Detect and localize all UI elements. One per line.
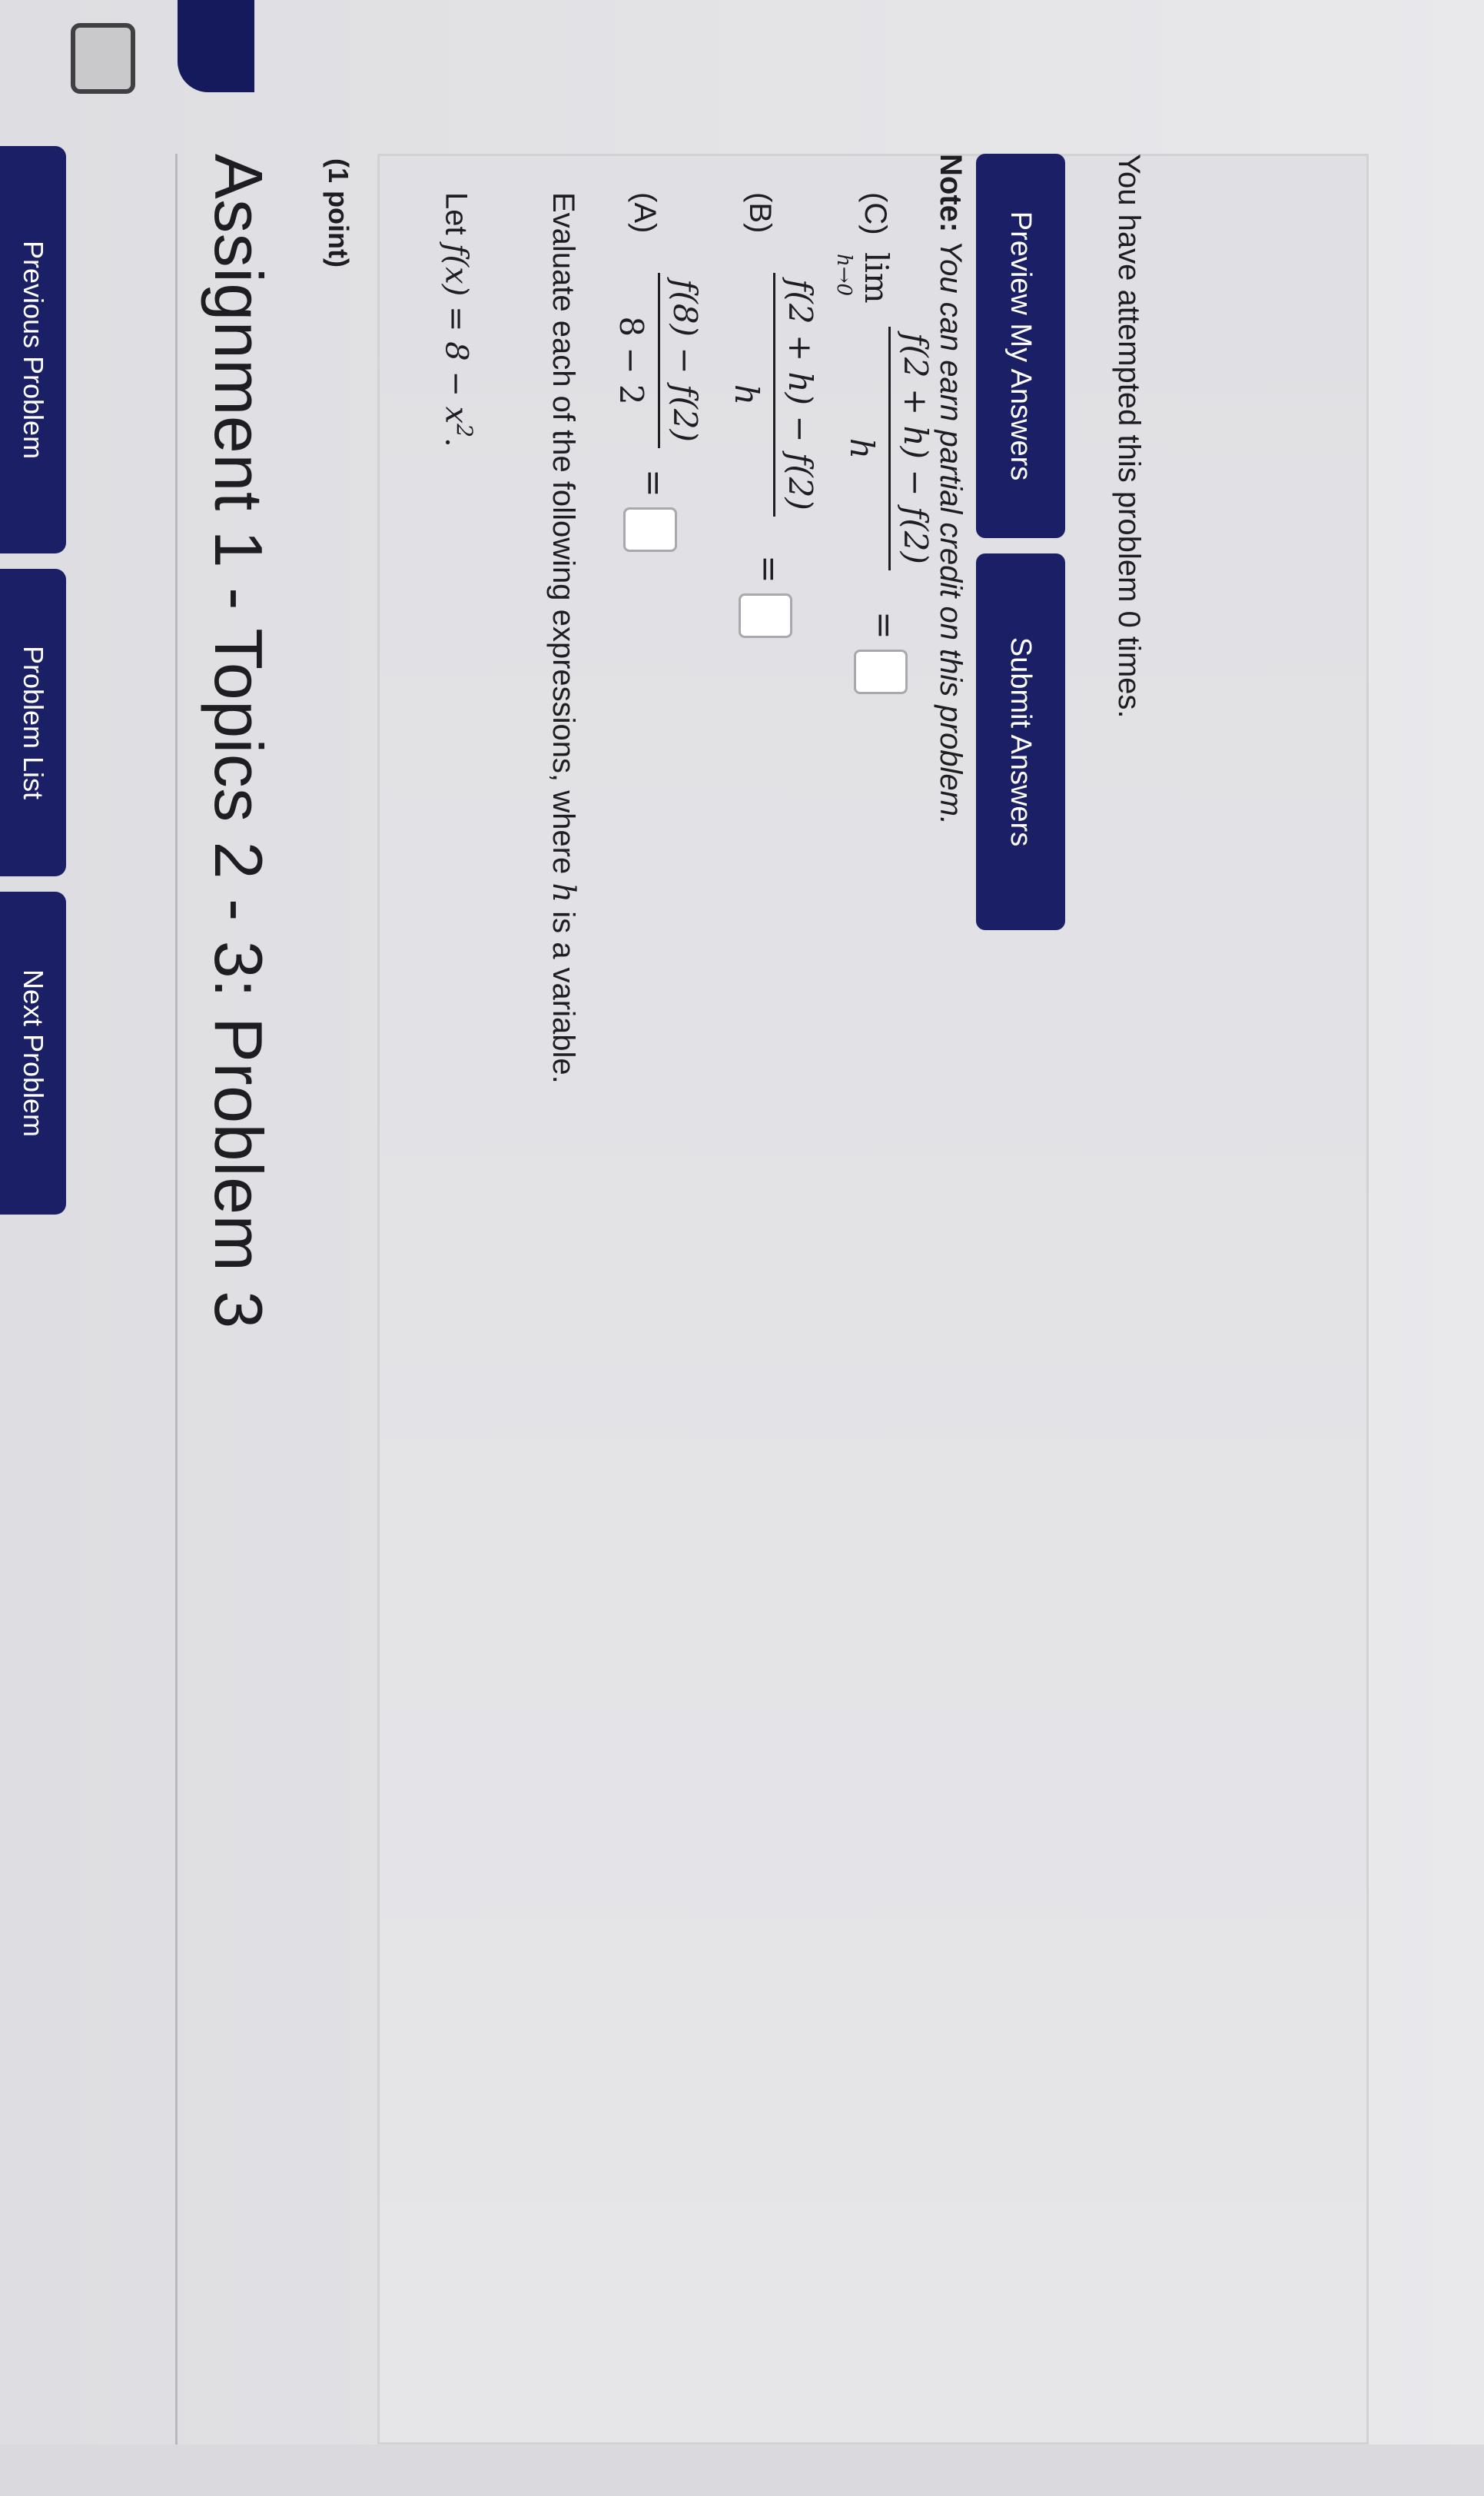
problem-list-button[interactable]: Problem List <box>0 569 66 876</box>
part-c-answer-input[interactable] <box>854 650 908 694</box>
part-c-denominator: h <box>843 437 881 459</box>
page-edge <box>0 2444 1484 2496</box>
submit-answers-button[interactable]: Submit Answers <box>976 553 1065 930</box>
statement-suffix: . <box>438 437 474 447</box>
part-c-limit: lim <box>858 252 895 304</box>
fraction-bar <box>773 273 775 517</box>
part-b-label: (B) <box>743 192 777 234</box>
part-b-numerator: f(2 + h) − f(2) <box>782 279 819 510</box>
instruction-text-pre: Evaluate each of the following expressio… <box>546 192 580 883</box>
next-problem-button[interactable]: Next Problem <box>0 892 66 1215</box>
note-label: Note: <box>934 154 968 233</box>
problem-statement: Let f(x) = 8 − x2. <box>439 192 477 447</box>
part-b-equals: = <box>749 555 788 583</box>
part-a-answer-input[interactable] <box>623 507 677 552</box>
instruction-variable: h <box>546 882 581 903</box>
statement-prefix: Let <box>439 192 473 244</box>
fraction-bar <box>888 327 891 570</box>
part-c-limit-subscript: h→0 <box>832 254 855 297</box>
attempts-message: You have attempted this problem 0 times. <box>1112 154 1146 719</box>
screen: Previous Problem Problem List Next Probl… <box>0 0 1484 2496</box>
part-c-fraction: f(2 + h) − f(2) h <box>843 327 935 570</box>
part-c-label: (C) <box>858 192 892 235</box>
part-a-label: (A) <box>628 192 662 234</box>
header-divider <box>175 154 178 2496</box>
problem-points: (1 point) <box>323 158 354 268</box>
note-text: You can earn partial credit on this prob… <box>934 232 968 826</box>
instruction-text-post: is a variable. <box>546 902 580 1084</box>
preview-answers-button[interactable]: Preview My Answers <box>976 154 1065 538</box>
part-c-equals: = <box>865 611 904 640</box>
part-a-denominator: 8 − 2 <box>613 316 650 405</box>
header-bar-fragment <box>178 0 254 92</box>
statement-math: f(x) = 8 − x <box>438 243 474 424</box>
problem-instruction: Evaluate each of the following expressio… <box>546 192 581 1084</box>
statement-exponent: 2 <box>452 424 477 438</box>
part-b-fraction: f(2 + h) − f(2) h <box>728 273 819 517</box>
part-c-numerator: f(2 + h) − f(2) <box>897 333 935 564</box>
part-b-answer-input[interactable] <box>739 593 792 638</box>
part-a-equals: = <box>634 469 673 497</box>
page-title: Assignment 1 - Topics 2 - 3: Problem 3 <box>201 154 277 1329</box>
part-b-denominator: h <box>728 384 765 405</box>
part-a-fraction: f(8) − f(2) 8 − 2 <box>613 273 704 448</box>
partial-credit-note-line: Note: You can earn partial credit on thi… <box>933 154 968 825</box>
previous-problem-button[interactable]: Previous Problem <box>0 146 66 553</box>
header-control-fragment[interactable] <box>71 23 135 94</box>
fraction-bar <box>658 273 660 448</box>
part-a-numerator: f(8) − f(2) <box>666 279 704 442</box>
